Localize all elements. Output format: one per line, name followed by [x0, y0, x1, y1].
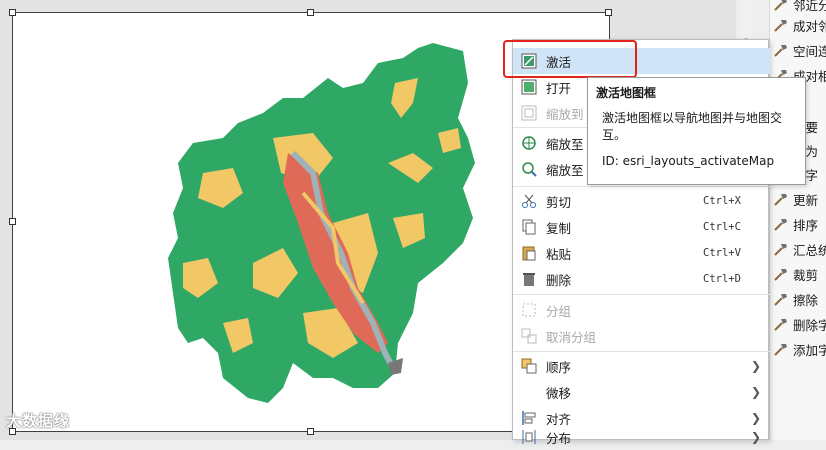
menu-item-nudge[interactable]: 微移 ❯ [513, 379, 770, 405]
zoom-to-page-icon [520, 134, 538, 152]
distribute-icon [520, 428, 538, 446]
tool-item[interactable]: 更新 [773, 187, 818, 211]
hammer-icon [774, 319, 787, 331]
tool-item[interactable]: 空间连 [773, 38, 826, 62]
hammer-icon [774, 219, 787, 231]
highlight-annotation-box [503, 40, 637, 78]
menu-item-distribute[interactable]: 分布 ❯ [513, 424, 770, 450]
scissors-icon [520, 192, 538, 210]
hammer-icon [774, 244, 787, 256]
resize-handle-top-mid[interactable] [307, 9, 314, 16]
nudge-icon-placeholder [520, 383, 538, 401]
menu-item-order[interactable]: 顺序 ❯ [513, 353, 770, 379]
ungroup-icon [520, 327, 538, 345]
hammer-icon [774, 194, 787, 206]
zoom-to-icon [520, 104, 538, 122]
tooltip-description-line2: 互。 [602, 128, 627, 142]
menu-separator [513, 351, 770, 352]
tooltip-title: 激活地图框 [596, 86, 657, 100]
trash-icon [520, 270, 538, 288]
paste-icon [520, 244, 538, 262]
watermark: 大数据缘 [6, 412, 71, 430]
hammer-icon [774, 0, 787, 11]
order-icon [520, 357, 538, 375]
hammer-icon [774, 20, 787, 32]
menu-item-ungroup[interactable]: 取消分组 [513, 323, 770, 349]
tool-item[interactable]: 成对邻 [773, 13, 826, 37]
map-frame[interactable] [163, 43, 493, 426]
menu-item-copy[interactable]: 复制 Ctrl+C [513, 214, 770, 240]
menu-item-paste[interactable]: 粘贴 Ctrl+V [513, 240, 770, 266]
zoom-to-selected-icon [520, 160, 538, 178]
tool-item[interactable]: 汇总统 [773, 237, 826, 261]
menu-item-cut[interactable]: 剪切 Ctrl+X [513, 188, 770, 214]
chevron-right-icon: ❯ [751, 430, 762, 444]
open-icon [520, 78, 538, 96]
chevron-right-icon: ❯ [751, 385, 762, 399]
menu-item-group[interactable]: 分组 [513, 297, 770, 323]
land-use-map [168, 43, 475, 403]
menu-separator [513, 294, 770, 295]
resize-handle-top-left[interactable] [9, 9, 16, 16]
resize-handle-bottom-mid[interactable] [307, 428, 314, 435]
chevron-right-icon: ❯ [751, 359, 762, 373]
resize-handle-top-right[interactable] [605, 9, 612, 16]
tooltip: 激活地图框 激活地图框以导航地图并与地图交 互。 ID: esri_layout… [587, 77, 806, 185]
tool-item[interactable]: 添加字 [773, 337, 826, 361]
tool-item[interactable]: 裁剪 [773, 262, 818, 286]
copy-icon [520, 218, 538, 236]
tool-item[interactable]: 擦除 [773, 287, 818, 311]
tool-item[interactable]: 删除字 [773, 312, 826, 336]
hammer-icon [774, 344, 787, 356]
geoprocessing-tools-panel: 邻近分 成对邻 空间连 成对相 制要 出为 算字 更新 排序 汇总统 裁剪 擦除… [769, 0, 826, 440]
hammer-icon [774, 269, 787, 281]
group-icon [520, 301, 538, 319]
tooltip-description-line1: 激活地图框以导航地图并与地图交 [602, 111, 783, 125]
hammer-icon [774, 294, 787, 306]
resize-handle-mid-left[interactable] [9, 218, 16, 225]
menu-item-delete[interactable]: 删除 Ctrl+D [513, 266, 770, 292]
tool-item[interactable]: 排序 [773, 212, 818, 236]
menu-separator [513, 186, 770, 187]
chevron-right-icon: ❯ [751, 411, 762, 425]
tooltip-id: ID: esri_layouts_activateMap [602, 154, 775, 168]
hammer-icon [774, 45, 787, 57]
